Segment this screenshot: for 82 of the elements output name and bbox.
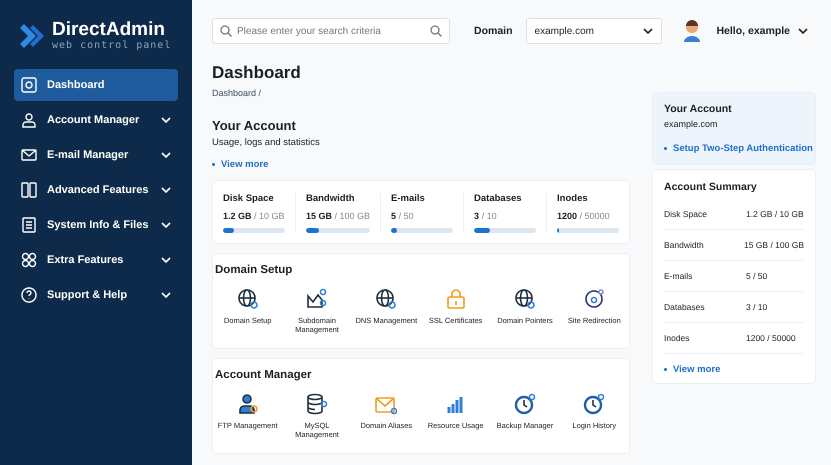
chevron-down-icon bbox=[161, 187, 171, 193]
summary-label: Databases bbox=[664, 302, 706, 312]
summary-value: 3 / 10 bbox=[746, 302, 768, 312]
grid-icon bbox=[21, 182, 37, 198]
circle-icon bbox=[583, 288, 606, 310]
sidebar-item[interactable]: System Info & Files bbox=[14, 209, 178, 241]
account-domain: example.com bbox=[664, 119, 719, 129]
usage-bar bbox=[223, 228, 285, 233]
view-more-link[interactable]: View more bbox=[221, 159, 268, 170]
chevron-down-icon bbox=[161, 117, 171, 123]
usage-label: Databases bbox=[474, 193, 523, 204]
usage-value: 1.2 GB / 10 GB bbox=[223, 211, 285, 221]
usage-bar bbox=[557, 228, 619, 233]
sidebar-item[interactable]: Advanced Features bbox=[14, 174, 178, 206]
sidebar-item[interactable]: Account Manager bbox=[14, 104, 178, 136]
summary-label: Inodes bbox=[664, 333, 691, 343]
chevron-down-icon bbox=[642, 28, 653, 34]
summary-value: 5 / 50 bbox=[746, 271, 768, 281]
card-title: Your Account bbox=[664, 103, 733, 115]
section-title: Account Manager bbox=[215, 369, 312, 381]
search-icon[interactable] bbox=[430, 25, 442, 37]
summary-value: 1.2 GB / 10 GB bbox=[746, 209, 804, 219]
dashboard-icon bbox=[21, 77, 37, 93]
clock-icon bbox=[514, 393, 536, 415]
sidebar-item[interactable]: Support & Help bbox=[14, 279, 178, 311]
chevron-down-icon bbox=[161, 222, 171, 228]
envelope-icon bbox=[21, 147, 37, 163]
person-icon bbox=[236, 393, 259, 415]
usage-label: E-mails bbox=[391, 193, 426, 204]
logo-icon bbox=[20, 24, 46, 48]
summary-label: Disk Space bbox=[664, 209, 708, 219]
chevron-down-icon bbox=[161, 152, 171, 158]
usage-value: 1200 / 50000 bbox=[557, 211, 611, 221]
circles-icon bbox=[21, 252, 37, 268]
bullet-icon bbox=[212, 163, 215, 166]
usage-value: 5 / 50 bbox=[391, 211, 415, 221]
avatar-icon[interactable] bbox=[682, 20, 702, 42]
summary-value: 15 GB / 100 GB bbox=[744, 240, 804, 250]
usage-label: Bandwidth bbox=[306, 193, 356, 204]
database-icon bbox=[306, 393, 328, 415]
usage-bar bbox=[306, 228, 370, 233]
help-icon bbox=[21, 287, 37, 303]
breadcrumb[interactable]: Dashboard / bbox=[212, 88, 262, 98]
section-title: Your Account bbox=[212, 118, 296, 133]
summary-label: Bandwidth bbox=[664, 240, 705, 250]
domain-label: Domain bbox=[474, 25, 513, 37]
chevron-down-icon bbox=[161, 257, 171, 263]
bullet-icon bbox=[664, 368, 667, 371]
chevron-down-icon bbox=[161, 292, 171, 298]
summary-value: 1200 / 50000 bbox=[746, 333, 796, 343]
view-more-link[interactable]: View more bbox=[673, 364, 720, 375]
usage-bar bbox=[474, 228, 536, 233]
section-subtitle: Usage, logs and statistics bbox=[212, 137, 320, 148]
padlock-icon bbox=[444, 288, 467, 310]
search-field[interactable]: Please enter your search criteria bbox=[212, 18, 450, 44]
sidebar-item[interactable]: E-mail Manager bbox=[14, 139, 178, 171]
usage-value: 15 GB / 100 GB bbox=[306, 211, 370, 221]
two-step-link[interactable]: Setup Two-Step Authentication bbox=[673, 143, 813, 154]
bullet-icon bbox=[664, 147, 667, 150]
logo-subtitle: web control panel bbox=[52, 40, 172, 51]
card-title: Account Summary bbox=[664, 181, 758, 193]
globe-icon bbox=[236, 288, 259, 310]
chevron-down-icon bbox=[798, 28, 808, 34]
globe-icon bbox=[375, 288, 398, 310]
usage-label: Inodes bbox=[557, 193, 589, 204]
globe-icon bbox=[514, 288, 536, 310]
sidebar-item[interactable]: Extra Features bbox=[14, 244, 178, 276]
person-icon bbox=[21, 112, 37, 128]
usage-value: 3 / 10 bbox=[474, 211, 498, 221]
usage-bar bbox=[391, 228, 454, 233]
domain-select[interactable]: example.com bbox=[526, 18, 662, 44]
document-icon bbox=[21, 217, 37, 233]
usage-label: Disk Space bbox=[223, 193, 275, 204]
logo-title: DirectAdmin bbox=[52, 20, 166, 40]
section-title: Domain Setup bbox=[215, 264, 294, 276]
search-icon bbox=[220, 25, 232, 37]
user-menu[interactable]: Hello, example bbox=[716, 25, 790, 37]
page-title: Dashboard bbox=[212, 63, 301, 83]
chart-icon bbox=[306, 288, 328, 310]
clock-icon bbox=[583, 393, 606, 415]
sidebar-item[interactable]: Dashboard bbox=[14, 69, 178, 101]
summary-label: E-mails bbox=[664, 271, 694, 281]
